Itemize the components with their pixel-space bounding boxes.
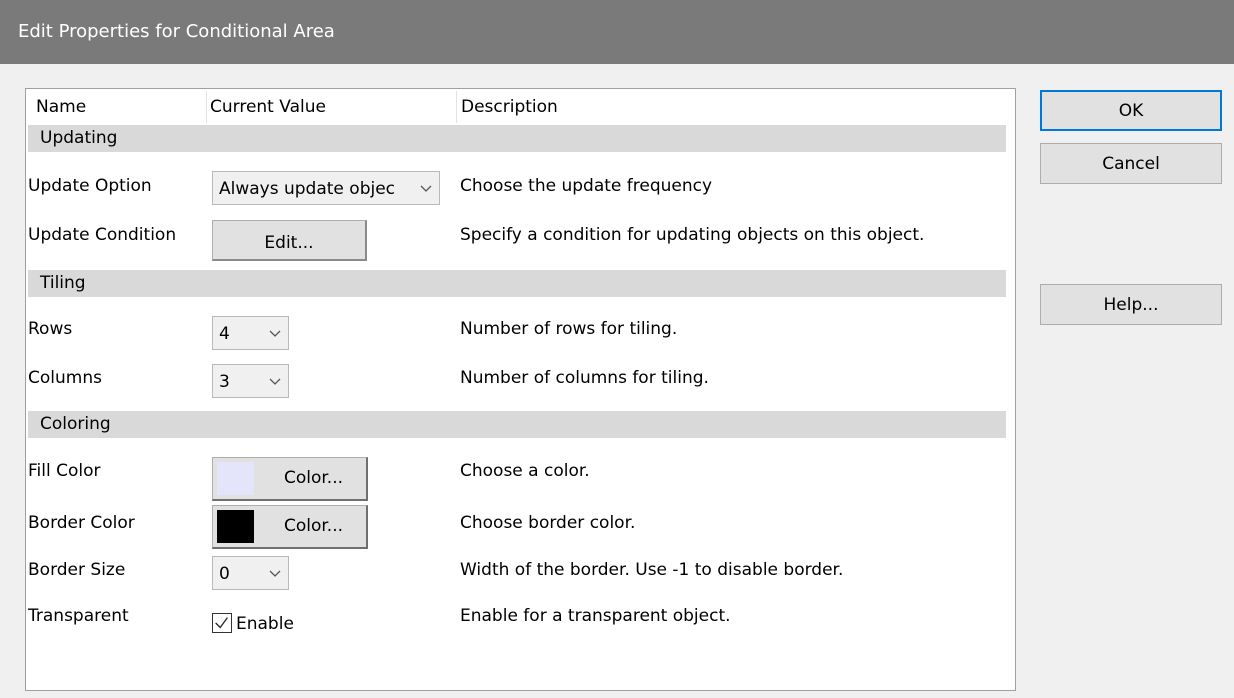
update-option-dropdown[interactable]: Always update objec <box>212 171 440 205</box>
border-size-description: Width of the border. Use -1 to disable b… <box>460 560 844 580</box>
border-size-dropdown[interactable]: 0 <box>212 556 289 590</box>
window-title: Edit Properties for Conditional Area <box>18 21 335 42</box>
columns-label: Columns <box>28 368 102 388</box>
help-button[interactable]: Help... <box>1040 284 1222 325</box>
column-header-current-value[interactable]: Current Value <box>210 89 326 125</box>
border-color-swatch <box>217 510 254 543</box>
rows-dropdown[interactable]: 4 <box>212 316 289 350</box>
border-color-label: Border Color <box>28 513 135 533</box>
update-option-label: Update Option <box>28 176 152 196</box>
columns-dropdown[interactable]: 3 <box>212 364 289 398</box>
cancel-button[interactable]: Cancel <box>1040 143 1222 184</box>
fill-color-swatch <box>217 462 254 495</box>
columns-description: Number of columns for tiling. <box>460 368 709 388</box>
fill-color-description: Choose a color. <box>460 461 590 481</box>
column-header-name[interactable]: Name <box>36 89 86 125</box>
rows-description: Number of rows for tiling. <box>460 319 678 339</box>
border-color-button[interactable]: Color... <box>212 505 368 549</box>
rows-label: Rows <box>28 319 73 339</box>
column-divider[interactable] <box>206 91 207 123</box>
border-color-description: Choose border color. <box>460 513 636 533</box>
fill-color-button[interactable]: Color... <box>212 457 368 501</box>
chevron-down-icon <box>269 378 281 385</box>
window-title-bar: Edit Properties for Conditional Area <box>0 0 1234 64</box>
chevron-down-icon <box>269 570 281 577</box>
transparent-checkbox[interactable] <box>212 613 232 633</box>
columns-value: 3 <box>219 372 230 392</box>
section-header-coloring: Coloring <box>28 411 1006 438</box>
chevron-down-icon <box>269 330 281 337</box>
transparent-label: Transparent <box>28 606 129 626</box>
checkmark-icon <box>215 617 228 629</box>
column-header-description[interactable]: Description <box>461 89 558 125</box>
transparent-checkbox-label[interactable]: Enable <box>236 612 294 636</box>
section-header-tiling: Tiling <box>28 270 1006 297</box>
section-header-updating: Updating <box>28 125 1006 152</box>
column-divider[interactable] <box>456 91 457 123</box>
chevron-down-icon <box>420 185 432 192</box>
update-condition-edit-button[interactable]: Edit... <box>212 220 367 261</box>
update-condition-label: Update Condition <box>28 225 177 245</box>
update-condition-description: Specify a condition for updating objects… <box>460 225 925 245</box>
fill-color-label: Fill Color <box>28 461 101 481</box>
border-size-label: Border Size <box>28 560 126 580</box>
property-list: Name Current Value Description Updating … <box>25 88 1016 691</box>
fill-color-button-label: Color... <box>283 468 344 488</box>
update-option-value: Always update objec <box>219 179 396 199</box>
rows-value: 4 <box>219 324 230 344</box>
transparent-description: Enable for a transparent object. <box>460 606 731 626</box>
border-size-value: 0 <box>219 564 230 584</box>
border-color-button-label: Color... <box>283 516 344 536</box>
update-option-description: Choose the update frequency <box>460 176 713 196</box>
ok-button[interactable]: OK <box>1040 90 1222 131</box>
